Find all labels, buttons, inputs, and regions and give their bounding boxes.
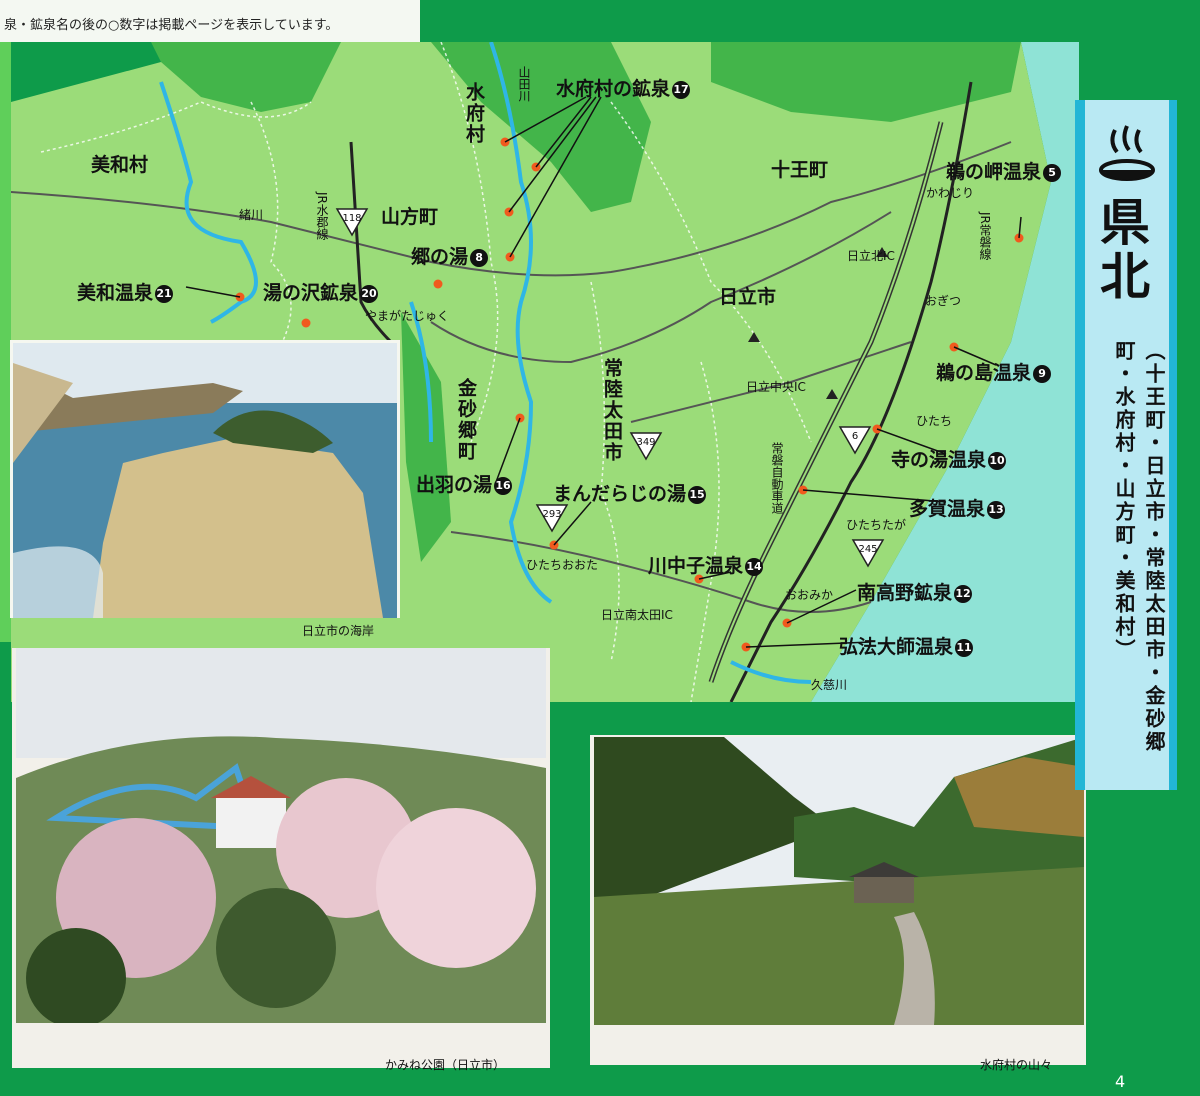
river-ogawa-label: 緒川	[239, 208, 264, 222]
station-yamagatajuku: やまがたじゅく	[365, 309, 450, 323]
header-note: 泉・鉱泉名の後の○数字は掲載ページを表示しています。	[0, 0, 420, 42]
region-juo: 十王町	[771, 159, 829, 181]
rail-suigun-label: JR水郡線	[315, 192, 329, 240]
route-6: 6	[851, 431, 859, 442]
onsen-label-dewanoyu[interactable]: 出羽の湯 16	[416, 470, 513, 497]
side-panel-inner: 県北 （十王町・日立市・常陸太田市・金砂郷町・水府村・山方町・美和村）	[1085, 100, 1169, 790]
panel-areas: （十王町・日立市・常陸太田市・金砂郷町・水府村・山方町・美和村）	[1112, 340, 1166, 754]
station-hitachiota: ひたちおおた	[526, 558, 599, 572]
side-panel: 県北 （十王町・日立市・常陸太田市・金砂郷町・水府村・山方町・美和村）	[1075, 100, 1177, 790]
station-kawajiri: かわじり	[926, 186, 975, 200]
expressway-label: 常磐自動車道	[770, 442, 784, 514]
region-suifu: 水府村	[463, 82, 485, 145]
park-illustration	[16, 648, 546, 1023]
onsen-label-miwa[interactable]: 美和温泉 21	[77, 278, 174, 305]
station-hitachitaga: ひたちたが	[846, 518, 907, 532]
coast-illustration	[13, 343, 397, 618]
onsen-label-mandaraji[interactable]: まんだらじの湯 15	[553, 479, 707, 506]
photo-suifu-mountains	[590, 735, 1086, 1065]
route-349: 349	[636, 437, 656, 448]
onsen-label-satonoyu[interactable]: 郷の湯 8	[411, 242, 489, 269]
ic-hitachi-kita: 日立北IC	[847, 249, 895, 263]
station-ogitsu: おぎつ	[925, 294, 962, 308]
panel-title: 県北	[1092, 196, 1150, 304]
caption-suifu-mountains: 水府村の山々	[980, 1058, 1053, 1072]
photo-kamine-park	[12, 648, 550, 1068]
region-yamagata: 山方町	[381, 206, 439, 228]
route-118: 118	[342, 213, 362, 224]
onsen-label-minamitakano[interactable]: 南高野鉱泉 12	[857, 578, 973, 605]
route-245: 245	[858, 544, 878, 555]
onsen-label-kobodaishi[interactable]: 弘法大師温泉 11	[839, 632, 974, 659]
photo-hitachi-coast	[10, 340, 400, 618]
caption-kamine: かみね公園（日立市）	[385, 1058, 506, 1072]
station-omika: おおみか	[785, 588, 834, 602]
hot-spring-icon	[1099, 125, 1155, 181]
region-miwa: 美和村	[91, 154, 149, 176]
page-number: 4	[1115, 1072, 1126, 1091]
station-hitachi: ひたち	[916, 414, 953, 428]
route-293: 293	[542, 509, 562, 520]
onsen-label-suifu[interactable]: 水府村の鉱泉 17	[556, 74, 691, 101]
ic-hitachi-minami-ota: 日立南太田IC	[601, 608, 673, 622]
ic-hitachi-chuo: 日立中央IC	[746, 380, 806, 394]
onsen-label-kawanago[interactable]: 川中子温泉 14	[648, 551, 764, 578]
onsen-label-unoshima[interactable]: 鵜の島温泉 9	[936, 358, 1052, 385]
onsen-label-teranoyu[interactable]: 寺の湯温泉 10	[891, 445, 1007, 472]
onsen-label-unomisaki[interactable]: 鵜の岬温泉 5	[946, 157, 1062, 184]
region-hitachiota: 常陸太田市	[601, 358, 623, 463]
river-yamada-label: 山田川	[517, 66, 531, 102]
region-kanasago: 金砂郷町	[455, 378, 477, 462]
caption-coast: 日立市の海岸	[302, 624, 375, 638]
mountains-illustration	[594, 737, 1084, 1025]
rail-joban-label: JR常磐線	[978, 212, 992, 260]
region-hitachi: 日立市	[719, 286, 777, 308]
onsen-label-yunosawa[interactable]: 湯の沢鉱泉 20	[263, 278, 379, 305]
river-kuji-label: 久慈川	[811, 678, 848, 692]
onsen-label-taga[interactable]: 多賀温泉 13	[909, 494, 1006, 521]
